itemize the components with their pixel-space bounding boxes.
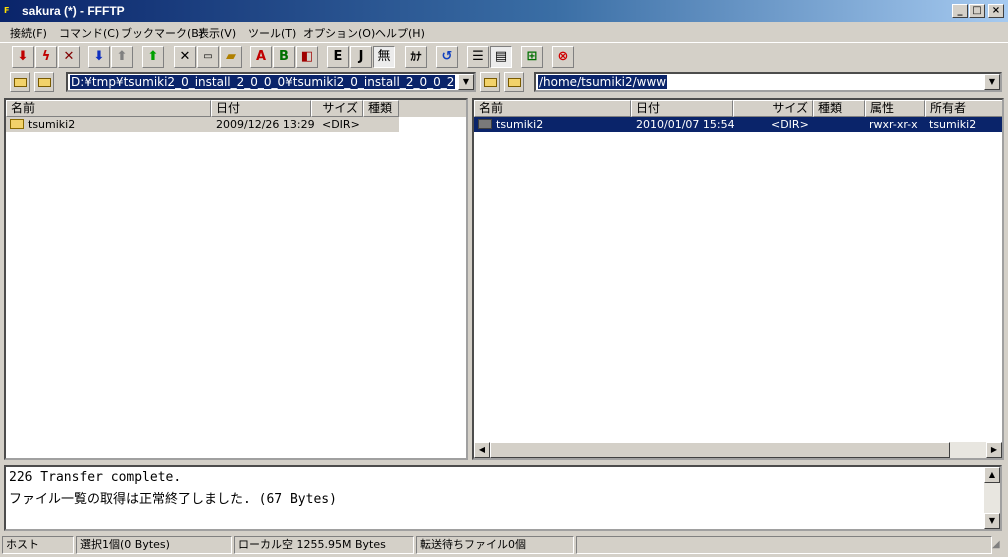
disconnect-icon[interactable]: ✕	[58, 46, 80, 68]
column-date[interactable]: 日付	[631, 100, 733, 117]
status-host: ホスト	[2, 536, 74, 554]
ftp-icon: F	[4, 6, 10, 15]
folder-icon	[10, 119, 24, 129]
status-selected: 選択1個(0 Bytes)	[76, 536, 232, 554]
local-path-bar: D:¥tmp¥tsumiki2_0_install_2_0_0_0¥tsumik…	[10, 72, 476, 94]
sync-folders-icon[interactable]: ⊞	[521, 46, 543, 68]
file-date: 2009/12/26 13:29	[216, 118, 315, 131]
local-list-header: 名前 日付 サイズ 種類	[6, 100, 466, 117]
binary-mode-icon[interactable]: B	[273, 46, 295, 68]
no-convert-glyph: 無	[377, 49, 391, 64]
file-size: <DIR>	[322, 118, 360, 131]
connect-icon[interactable]: ⬇	[12, 46, 34, 68]
file-date: 2010/01/07 15:54	[636, 118, 735, 131]
local-up-folder-icon[interactable]	[10, 72, 30, 92]
file-owner: tsumiki2	[929, 118, 977, 131]
local-file-list[interactable]: 名前 日付 サイズ 種類 tsumiki2 2009/12/26 13:29 <…	[4, 98, 468, 460]
ascii-mode-icon[interactable]: A	[250, 46, 272, 68]
log-line: ファイル一覧の取得は正常終了しました. (67 Bytes)	[9, 492, 337, 507]
upload-icon[interactable]: ⬆	[111, 46, 133, 68]
remote-file-list[interactable]: 名前 日付 サイズ 種類 属性 所有者 tsumiki2 2010/01/07 …	[472, 98, 1004, 460]
log-panel: 226 Transfer complete. ファイル一覧の取得は正常終了しまし…	[4, 465, 1002, 531]
status-bar: ホスト 選択1個(0 Bytes) ローカル空 1255.95M Bytes 転…	[0, 535, 1008, 555]
scroll-down-icon[interactable]: ▼	[984, 513, 1000, 529]
file-size: <DIR>	[771, 118, 809, 131]
remote-path-combo[interactable]: /home/tsumiki2/www ▼	[534, 72, 1002, 92]
remote-open-folder-icon[interactable]	[504, 72, 524, 92]
title-bar: F sakura (*) - FFFTP _ □ ×	[0, 0, 1008, 22]
chevron-down-icon[interactable]: ▼	[458, 74, 474, 90]
menu-options[interactable]: オプション(O)	[303, 25, 375, 41]
window-title: sakura (*) - FFFTP	[22, 4, 125, 18]
vertical-scrollbar[interactable]: ▲ ▼	[984, 467, 1000, 529]
column-attr[interactable]: 属性	[865, 100, 925, 117]
column-name[interactable]: 名前	[474, 100, 631, 117]
menu-bookmark[interactable]: ブックマーク(B)	[121, 25, 203, 41]
local-path-text[interactable]: D:¥tmp¥tsumiki2_0_install_2_0_0_0¥tsumik…	[70, 75, 456, 89]
kana-icon[interactable]: ｶﾅ	[405, 46, 427, 68]
quick-connect-icon[interactable]: ϟ	[35, 46, 57, 68]
scroll-right-icon[interactable]: ▶	[986, 442, 1002, 458]
scroll-left-icon[interactable]: ◀	[474, 442, 490, 458]
rename-icon[interactable]: ▭	[197, 46, 219, 68]
remote-up-folder-icon[interactable]	[480, 72, 500, 92]
download-icon[interactable]: ⬇	[88, 46, 110, 68]
scroll-thumb[interactable]	[490, 442, 950, 458]
column-type[interactable]: 種類	[363, 100, 399, 117]
folder-icon	[478, 119, 492, 129]
chevron-down-icon[interactable]: ▼	[984, 74, 1000, 90]
menu-help[interactable]: ヘルプ(H)	[375, 25, 425, 41]
detail-view-icon[interactable]: ▤	[490, 46, 512, 68]
stop-icon[interactable]: ⊗	[552, 46, 574, 68]
remote-path-bar: /home/tsumiki2/www ▼	[480, 72, 1002, 94]
exec-icon[interactable]: E	[327, 46, 349, 68]
binary-mode-glyph: B	[279, 49, 289, 64]
no-convert-icon[interactable]: 無	[373, 46, 395, 68]
horizontal-scrollbar[interactable]: ◀ ▶	[474, 442, 1002, 458]
file-name: tsumiki2	[28, 118, 76, 131]
list-view-icon[interactable]: ☰	[467, 46, 489, 68]
jis-icon[interactable]: J	[350, 46, 372, 68]
column-size[interactable]: サイズ	[733, 100, 813, 117]
file-name: tsumiki2	[496, 118, 544, 131]
resize-grip-icon[interactable]: ◢	[992, 539, 1006, 553]
maximize-icon[interactable]: □	[969, 4, 985, 18]
status-local-free: ローカル空 1255.95M Bytes	[234, 536, 414, 554]
jis-glyph: J	[358, 49, 364, 64]
menu-command[interactable]: コマンド(C)	[59, 25, 119, 41]
ascii-mode-glyph: A	[255, 49, 267, 64]
column-type[interactable]: 種類	[813, 100, 865, 117]
kana-glyph: ｶﾅ	[410, 50, 422, 63]
close-icon[interactable]: ×	[988, 4, 1004, 18]
scroll-up-icon[interactable]: ▲	[984, 467, 1000, 483]
file-attr: rwxr-xr-x	[869, 118, 918, 131]
new-folder-icon[interactable]: ▰	[220, 46, 242, 68]
mirror-upload-icon[interactable]: ⬆	[142, 46, 164, 68]
exec-glyph: E	[333, 49, 343, 64]
delete-icon[interactable]: ✕	[174, 46, 196, 68]
menu-tools[interactable]: ツール(T)	[248, 25, 296, 41]
remote-list-header: 名前 日付 サイズ 種類 属性 所有者	[474, 100, 1002, 117]
status-queue: 転送待ちファイル0個	[416, 536, 574, 554]
menu-connect[interactable]: 接続(F)	[10, 25, 47, 41]
menu-view[interactable]: 表示(V)	[198, 25, 236, 41]
toolbar: ⬇ ϟ ✕ ⬇ ⬆ ⬆ ✕ ▭ ▰ A B ◧ E J 無 ｶﾅ ↺ ☰ ▤ ⊞…	[0, 42, 1008, 70]
menu-bar: 接続(F) コマンド(C) ブックマーク(B) 表示(V) ツール(T) オプシ…	[0, 22, 1008, 42]
auto-mode-icon[interactable]: ◧	[296, 46, 318, 68]
column-owner[interactable]: 所有者	[925, 100, 1002, 117]
remote-path-text[interactable]: /home/tsumiki2/www	[538, 75, 668, 89]
status-extra	[576, 536, 992, 554]
column-name[interactable]: 名前	[6, 100, 211, 117]
table-row[interactable]: tsumiki2 2009/12/26 13:29 <DIR>	[6, 117, 399, 132]
column-size[interactable]: サイズ	[311, 100, 363, 117]
log-line: 226 Transfer complete.	[9, 470, 182, 485]
column-date[interactable]: 日付	[211, 100, 311, 117]
table-row[interactable]: tsumiki2 2010/01/07 15:54 <DIR> rwxr-xr-…	[474, 117, 1002, 132]
local-path-combo[interactable]: D:¥tmp¥tsumiki2_0_install_2_0_0_0¥tsumik…	[66, 72, 476, 92]
refresh-icon[interactable]: ↺	[436, 46, 458, 68]
local-open-folder-icon[interactable]	[34, 72, 54, 92]
minimize-icon[interactable]: _	[952, 4, 968, 18]
